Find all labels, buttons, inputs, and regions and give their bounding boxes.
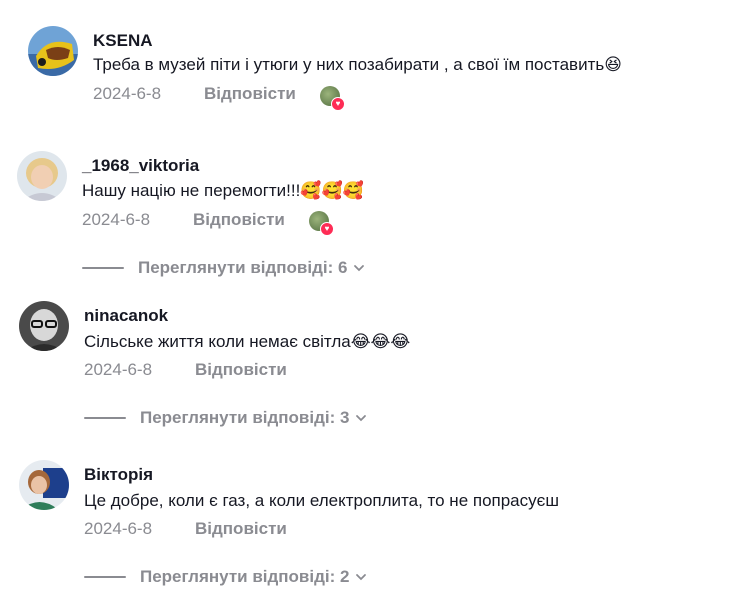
ksena-avatar-icon <box>28 26 78 76</box>
comment-text: Це добре, коли є газ, а коли електроплит… <box>84 491 559 511</box>
viktoria-avatar-icon <box>17 151 67 201</box>
reply-button[interactable]: Відповісти <box>195 519 287 539</box>
comment-text-body: Нашу націю не перемогти!!! <box>82 181 301 200</box>
avatar[interactable] <box>19 460 69 510</box>
view-replies-label: Переглянути відповіді: 3 <box>140 408 350 427</box>
reply-button[interactable]: Відповісти <box>195 360 287 380</box>
avatar[interactable] <box>17 151 67 201</box>
username[interactable]: Вікторія <box>84 465 153 485</box>
reply-button[interactable]: Відповісти <box>193 210 285 230</box>
divider-line <box>84 576 126 578</box>
creator-liked-icon: ♥ <box>309 211 334 236</box>
comment-text: Нашу націю не перемогти!!!🥰🥰🥰 <box>82 181 364 201</box>
chevron-down-icon <box>356 415 367 422</box>
comment-date: 2024-6-8 <box>93 84 162 103</box>
avatar[interactable] <box>19 301 69 351</box>
heart-icon: ♥ <box>320 222 334 236</box>
viktoriia-avatar-icon <box>19 460 69 510</box>
comment-date: 2024-6-8 <box>84 360 153 379</box>
smiling-hearts-emoji: 🥰🥰🥰 <box>300 181 364 201</box>
comment-text: Треба в музей піти і утюги у них позабир… <box>93 55 622 75</box>
laughing-emoji: 😆 <box>604 55 622 75</box>
view-replies-label: Переглянути відповіді: 2 <box>140 567 350 586</box>
comment-text-body: Це добре, коли є газ, а коли електроплит… <box>84 491 559 510</box>
comment-date: 2024-6-8 <box>84 519 153 538</box>
view-replies-button[interactable]: Переглянути відповіді: 2 <box>84 567 367 587</box>
view-replies-label: Переглянути відповіді: 6 <box>138 258 348 277</box>
username[interactable]: KSENA <box>93 31 153 51</box>
divider-line <box>84 417 126 419</box>
comment-date: 2024-6-8 <box>82 210 151 229</box>
comment-text: Сільське життя коли немає світла😂😂😂 <box>84 332 410 352</box>
chevron-down-icon <box>356 574 367 581</box>
tears-of-joy-emoji: 😂😂😂 <box>350 332 411 352</box>
view-replies-button[interactable]: Переглянути відповіді: 3 <box>84 408 367 428</box>
chevron-down-icon <box>354 265 365 272</box>
username[interactable]: _1968_viktoria <box>82 156 199 176</box>
creator-liked-icon: ♥ <box>320 86 345 111</box>
divider-line <box>82 267 124 269</box>
view-replies-button[interactable]: Переглянути відповіді: 6 <box>82 258 365 278</box>
username[interactable]: ninacanok <box>84 306 168 326</box>
reply-button[interactable]: Відповісти <box>204 84 296 104</box>
avatar[interactable] <box>28 26 78 76</box>
ninacanok-avatar-icon <box>19 301 69 351</box>
heart-icon: ♥ <box>331 97 345 111</box>
comment-text-body: Треба в музей піти і утюги у них позабир… <box>93 55 605 74</box>
comment-text-body: Сільське життя коли немає світла <box>84 332 351 351</box>
